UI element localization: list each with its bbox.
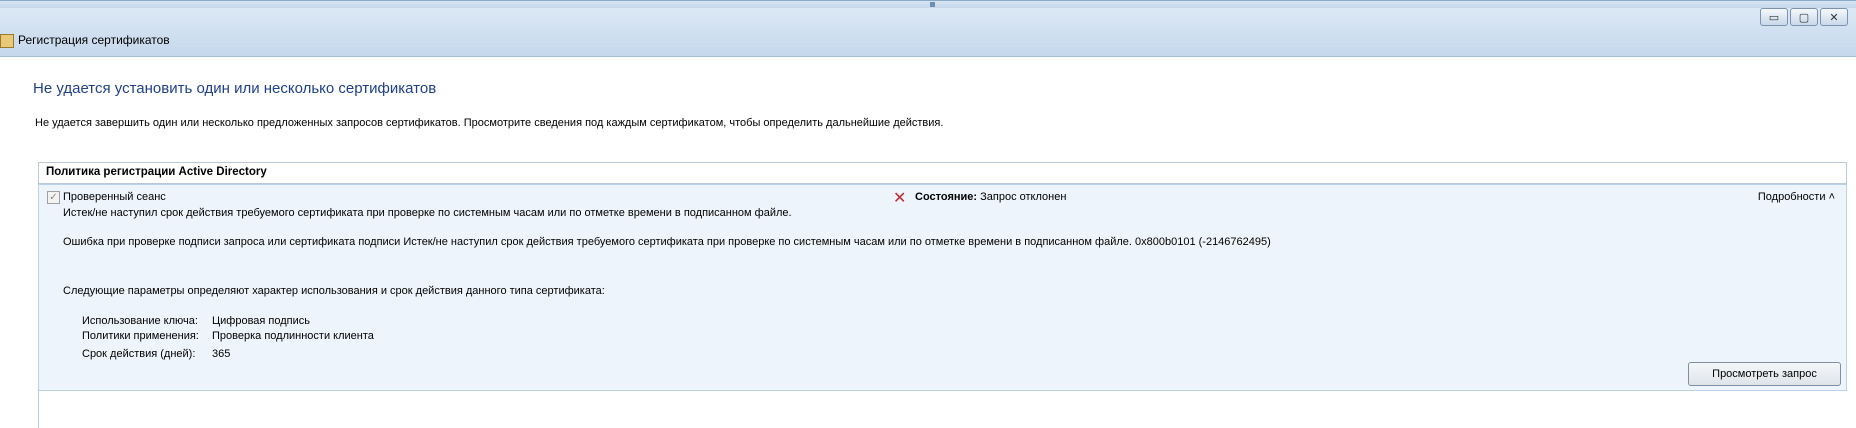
params-intro: Следующие параметры определяют характер …: [63, 285, 605, 297]
certificate-name: Проверенный сеанс: [63, 191, 166, 203]
close-button[interactable]: ✕: [1820, 8, 1848, 26]
param-label: Срок действия (дней):: [82, 348, 196, 360]
policy-header: Политика регистрации Active Directory: [38, 162, 1847, 184]
certificate-checkbox[interactable]: ✓: [47, 191, 60, 204]
details-toggle[interactable]: Подробности ˄: [1758, 191, 1835, 203]
param-value: Цифровая подпись: [212, 315, 311, 327]
error-x-icon: ✕: [893, 190, 907, 207]
param-label: Политики применения:: [82, 330, 199, 342]
certificate-app-icon: [0, 34, 14, 48]
page-title: Не удается установить один или несколько…: [33, 80, 437, 97]
status-label: Состояние:: [915, 191, 978, 203]
maximize-button[interactable]: ▢: [1790, 8, 1818, 26]
param-label: Использование ключа:: [82, 315, 198, 327]
param-value: Проверка подлинности клиента: [212, 330, 374, 342]
divider: [38, 389, 39, 428]
window-title: Регистрация сертификатов: [18, 33, 170, 47]
minimize-button[interactable]: ▭: [1760, 8, 1788, 26]
status-text: Состояние: Запрос отклонен: [915, 191, 1066, 203]
policy-header-label: Политика регистрации Active Directory: [46, 166, 267, 178]
error-short-text: Истек/не наступил срок действия требуемо…: [63, 207, 792, 219]
resize-grip-icon[interactable]: [930, 2, 935, 7]
page-description: Не удается завершить один или несколько …: [35, 117, 944, 129]
status-value: Запрос отклонен: [980, 191, 1067, 203]
error-long-text: Ошибка при проверке подписи запроса или …: [63, 236, 1271, 248]
wizard-header: [0, 8, 1856, 57]
window-controls: ▭ ▢ ✕: [1760, 8, 1848, 26]
param-value: 365: [212, 348, 231, 360]
chevron-up-icon: ˄: [1828, 191, 1835, 203]
details-label: Подробности: [1757, 191, 1826, 203]
view-request-button[interactable]: Просмотреть запрос: [1688, 362, 1841, 386]
